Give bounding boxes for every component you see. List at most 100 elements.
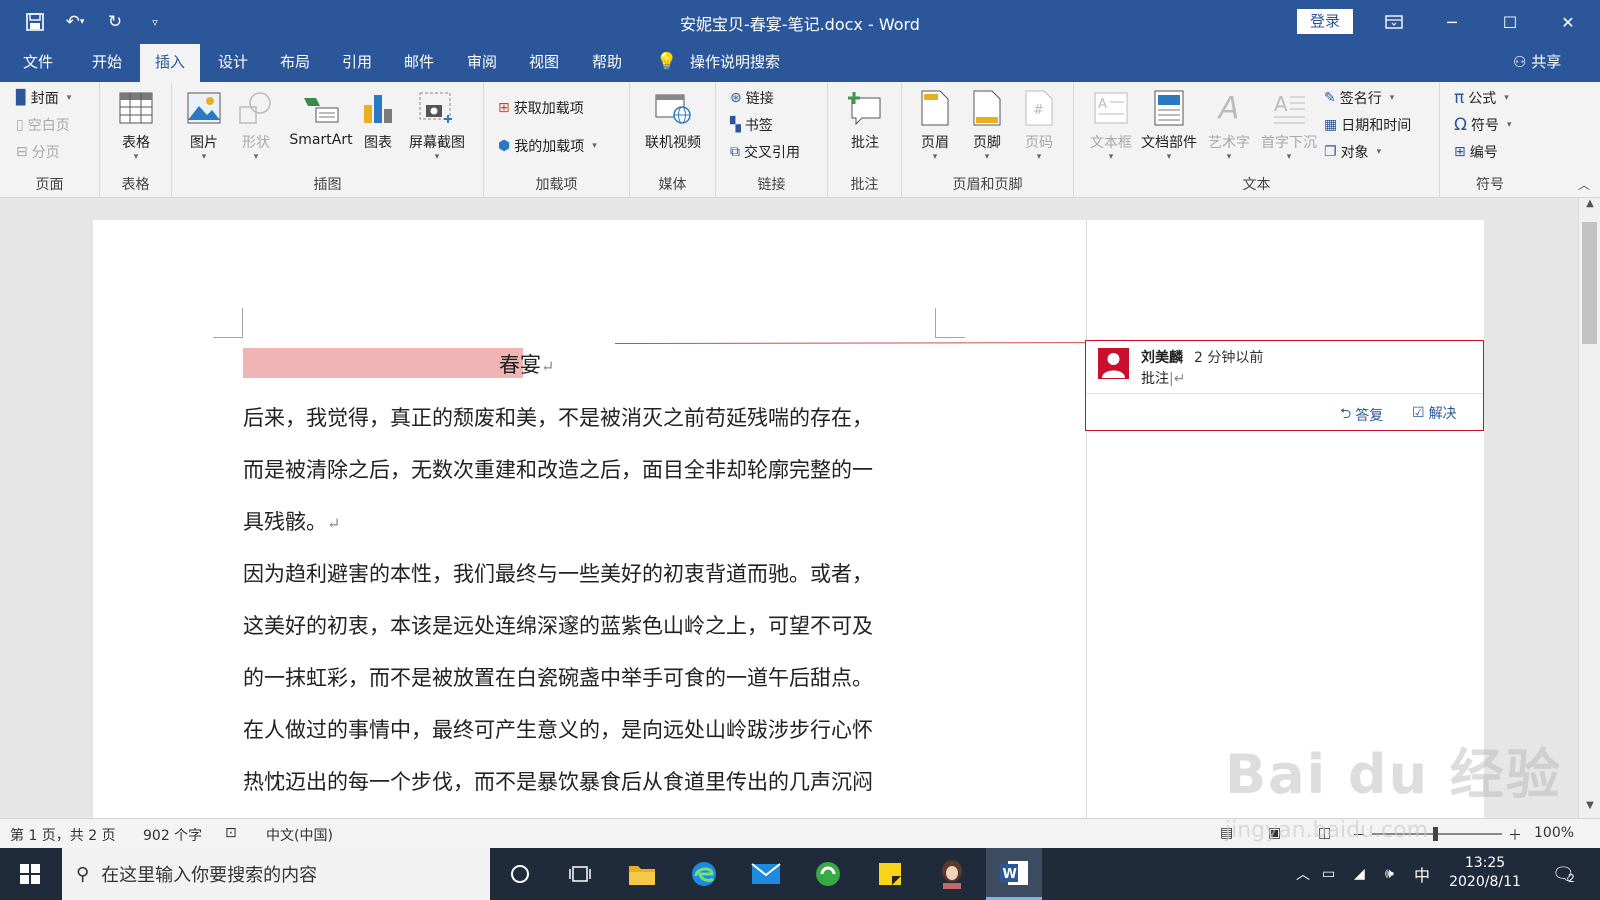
document-body[interactable]: 后来，我觉得，真正的颓废和美，不是被消灭之前苟延残喘的存在， 而是被清除之后，无… [243,392,933,808]
tab-file[interactable]: 文件 [12,44,64,82]
tab-home[interactable]: 开始 [78,44,136,82]
clock[interactable]: 13:25 2020/8/11 [1440,854,1530,892]
photo-app-icon[interactable] [924,848,980,900]
sticky-notes-icon[interactable] [862,848,918,900]
word-app-icon[interactable]: W [986,848,1042,900]
tab-insert[interactable]: 插入 [140,44,200,82]
taskbar-search-box[interactable]: ⚲ 在这里输入你要搜索的内容 [62,848,490,900]
word-count[interactable]: 902 个字 [143,825,202,845]
table-button[interactable]: 表格 ▾ [112,88,160,162]
scroll-down-icon[interactable]: ▼ [1579,800,1600,818]
resolve-button[interactable]: ☑ 解决 [1412,403,1457,423]
get-addins-button[interactable]: ⊞ 获取加载项 [498,96,584,120]
scroll-up-icon[interactable]: ▲ [1579,198,1600,216]
login-button[interactable]: 登录 [1297,9,1353,34]
mail-icon[interactable] [738,848,794,900]
shapes-label: 形状 [242,135,270,151]
minimize-icon[interactable]: ─ [1426,6,1478,38]
language[interactable]: 中文(中国) [266,825,333,845]
print-layout-icon[interactable]: ▣ [1268,825,1281,841]
web-layout-icon[interactable]: ◫ [1318,825,1331,841]
my-addins-button[interactable]: ⬢ 我的加载项 ▾ [498,134,597,158]
footer-button[interactable]: 页脚 ▾ [964,88,1010,162]
equation-button[interactable]: π 公式 ▾ [1454,86,1509,110]
header-button[interactable]: 页眉 ▾ [912,88,958,162]
maximize-icon[interactable]: ☐ [1484,6,1536,38]
object-button[interactable]: ❐ 对象 ▾ [1324,140,1381,164]
shapes-button[interactable]: 形状 ▾ [234,88,278,162]
cross-reference-button[interactable]: ⧉ 交叉引用 [730,140,800,164]
edge-icon[interactable] [676,848,732,900]
tab-design[interactable]: 设计 [204,44,262,82]
share-label: 共享 [1531,53,1562,71]
tab-layout[interactable]: 布局 [266,44,324,82]
chart-button[interactable]: 图表 [358,88,398,152]
zoom-in-icon[interactable]: ＋ [1508,825,1522,845]
cortana-icon[interactable] [492,848,548,900]
read-mode-icon[interactable]: ▤ [1220,825,1233,841]
file-explorer-icon[interactable] [614,848,670,900]
date-time-button[interactable]: ▦ 日期和时间 [1324,113,1411,137]
new-comment-button[interactable]: 批注 [840,88,890,152]
smartart-button[interactable]: SmartArt [286,88,356,148]
symbol-button[interactable]: Ω 符号 ▾ [1454,113,1512,137]
bookmark-button[interactable]: ▚ 书签 [730,113,773,137]
group-media: 联机视频 媒体 [630,82,716,198]
save-icon[interactable] [20,8,50,36]
ribbon-display-options-icon[interactable] [1368,6,1420,38]
tab-review[interactable]: 审阅 [452,44,512,82]
comment-balloon[interactable]: 刘美麟 2 分钟以前 批注|↵ ⮌ 答复 ☑ 解决 [1085,340,1484,431]
proofing-icon[interactable]: ⊡ [225,825,237,841]
notification-center-icon[interactable]: 🗨 2 [1552,848,1575,900]
close-icon[interactable]: ✕ [1542,6,1594,38]
undo-icon[interactable]: ↶ ▾ [60,8,90,36]
task-view-icon[interactable] [552,848,608,900]
document-page[interactable]: 春宴↵ 后来，我觉得，真正的颓废和美，不是被消灭之前苟延残喘的存在， 而是被清除… [93,220,1086,818]
share-button[interactable]: ⚇ 共享 [1513,44,1561,82]
screenshot-button[interactable]: 屏幕截图 ▾ [402,88,472,162]
signature-line-button[interactable]: ✎ 签名行 ▾ [1324,86,1394,110]
battery-icon[interactable]: ▭ [1322,848,1335,900]
comment-text[interactable]: 批注|↵ [1141,368,1185,388]
vertical-scrollbar[interactable]: ▲ ▼ [1578,198,1600,818]
volume-icon[interactable]: 🕪 [1385,848,1394,900]
group-label: 页眉和页脚 [952,177,1023,193]
show-hidden-icons[interactable]: ︿ [1296,848,1310,900]
link-button[interactable]: ⊛ 链接 [730,86,774,110]
tab-mailings[interactable]: 邮件 [390,44,448,82]
calendar-icon: ▦ [1324,117,1338,133]
number-button[interactable]: ⊞ 编号 [1454,140,1498,164]
tab-view[interactable]: 视图 [514,44,574,82]
tab-references[interactable]: 引用 [328,44,386,82]
scrollbar-thumb[interactable] [1582,222,1597,344]
document-title-line[interactable]: 春宴↵ [243,348,554,378]
network-icon[interactable]: ◢ [1354,848,1365,900]
group-symbols: π 公式 ▾ Ω 符号 ▾ ⊞ 编号 符号 [1440,82,1540,198]
text-box-button[interactable]: A 文本框 ▾ [1086,88,1136,162]
zoom-level[interactable]: 100% [1534,825,1574,841]
online-video-button[interactable]: 联机视频 [640,88,706,152]
cover-page-button[interactable]: ▉ 封面 ▾ [16,86,71,110]
browser-icon[interactable] [800,848,856,900]
zoom-out-icon[interactable]: － [1352,825,1366,845]
collapse-ribbon-icon[interactable]: ︿ [1578,176,1590,193]
page-count[interactable]: 第 1 页，共 2 页 [10,825,116,845]
customize-qat-icon[interactable]: ▿ [140,8,170,36]
zoom-slider-thumb[interactable] [1433,827,1438,841]
tab-help[interactable]: 帮助 [577,44,637,82]
ime-indicator[interactable]: 中 [1414,848,1430,900]
windows-start-icon[interactable] [0,848,60,900]
group-links: ⊛ 链接 ▚ 书签 ⧉ 交叉引用 链接 [716,82,828,198]
redo-icon[interactable]: ↻ [100,8,130,36]
wordart-button[interactable]: A 艺术字 ▾ [1204,88,1254,163]
pictures-button[interactable]: 图片 ▾ [182,88,226,162]
drop-cap-button[interactable]: A 首字下沉 ▾ [1258,88,1320,162]
quick-parts-button[interactable]: 文档部件 ▾ [1138,88,1200,162]
page-number-button[interactable]: # 页码 ▾ [1016,88,1062,162]
group-pages: ▉ 封面 ▾ ▯ 空白页 ⊟ 分页 页面 [0,82,100,198]
blank-page-button[interactable]: ▯ 空白页 [16,113,70,137]
reply-button[interactable]: ⮌ 答复 [1340,403,1383,427]
margin-corner-top-right [935,308,965,338]
tell-me-search[interactable]: 💡 操作说明搜索 [656,44,780,82]
page-break-button[interactable]: ⊟ 分页 [16,140,60,164]
